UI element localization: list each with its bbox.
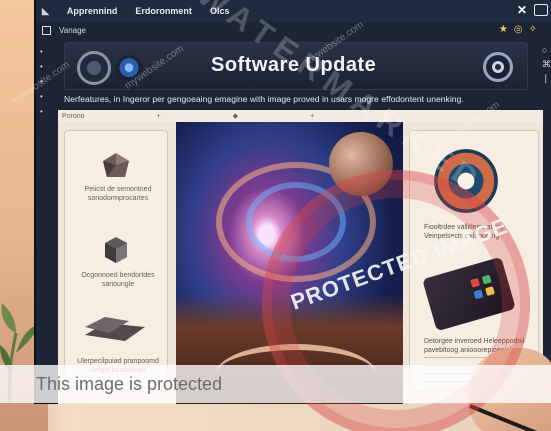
geometric-cube-icon — [103, 153, 129, 177]
planet — [329, 132, 393, 196]
sub-toolbar: Vanage ★◎✧ — [42, 23, 545, 38]
window-icon[interactable] — [534, 4, 548, 16]
rail-dot-icon[interactable]: • — [40, 104, 54, 119]
subbar-label: Vanage — [59, 26, 86, 35]
palette-icon — [422, 256, 516, 332]
menu-item[interactable]: Olcs — [210, 6, 230, 16]
header-side-icons[interactable]: ○ ⌘ ❘ — [542, 43, 551, 85]
plus-icon[interactable]: + — [310, 113, 314, 120]
right-caption: Fiooltrdee vallitlernuatnay Veinpelsects… — [424, 224, 504, 240]
badge-icon — [434, 149, 498, 213]
rail-dot-icon[interactable]: • — [40, 59, 54, 74]
list-item: Ocgonnoed bendortdes sanoungle — [81, 272, 155, 288]
protected-banner: This image is protected — [0, 365, 551, 403]
swirl-logo-icon — [77, 51, 111, 85]
protected-banner-text: This image is protected — [36, 373, 223, 394]
monitor: ◣ Apprennind Erdoronment Olcs ✕ Vanage ★… — [34, 0, 551, 404]
diamond-icon[interactable]: ◆ — [233, 112, 238, 120]
target-icon[interactable] — [483, 52, 513, 82]
rail-dot-icon[interactable]: • — [40, 74, 54, 89]
menu-item[interactable]: Apprennind — [67, 6, 118, 16]
sphere-logo-icon — [115, 55, 143, 83]
close-icon[interactable]: ✕ — [517, 3, 527, 17]
swirl-ring — [246, 182, 346, 262]
cosmic-artwork — [176, 122, 403, 404]
page-title: Software Update — [211, 54, 377, 76]
features-line: Nerfeatures, in Ingeror per gengoeaing e… — [64, 94, 464, 104]
main-content: Peiicst de semontned sonodormprocartes O… — [58, 122, 543, 404]
left-panel: Peiicst de semontned sonodormprocartes O… — [64, 130, 168, 392]
screenshot-stage: ◣ Apprennind Erdoronment Olcs ✕ Vanage ★… — [0, 0, 551, 431]
left-rail: • • • • • — [40, 44, 54, 124]
back-icon[interactable]: ◣ — [42, 6, 49, 17]
list-item: Peiicst de semontned sonodormprocartes — [84, 186, 152, 202]
plus-icon[interactable]: + — [157, 113, 161, 120]
panel-toolstrip: Porono + ◆ + — [58, 110, 543, 122]
toolbar-icons[interactable]: ★◎✧ — [499, 24, 543, 35]
rail-dot-icon[interactable]: • — [40, 89, 54, 104]
block-cube-icon — [105, 237, 127, 263]
menu-item[interactable]: Erdoronment — [135, 6, 192, 16]
checkbox[interactable] — [42, 26, 51, 35]
update-header: Software Update ○ ⌘ ❘ — [64, 42, 551, 90]
menu-bar: ◣ Apprennind Erdoronment Olcs ✕ — [36, 0, 551, 22]
rail-dot-icon[interactable]: • — [40, 44, 54, 59]
panel-label: Porono — [62, 112, 85, 120]
layers-icon — [85, 317, 145, 341]
